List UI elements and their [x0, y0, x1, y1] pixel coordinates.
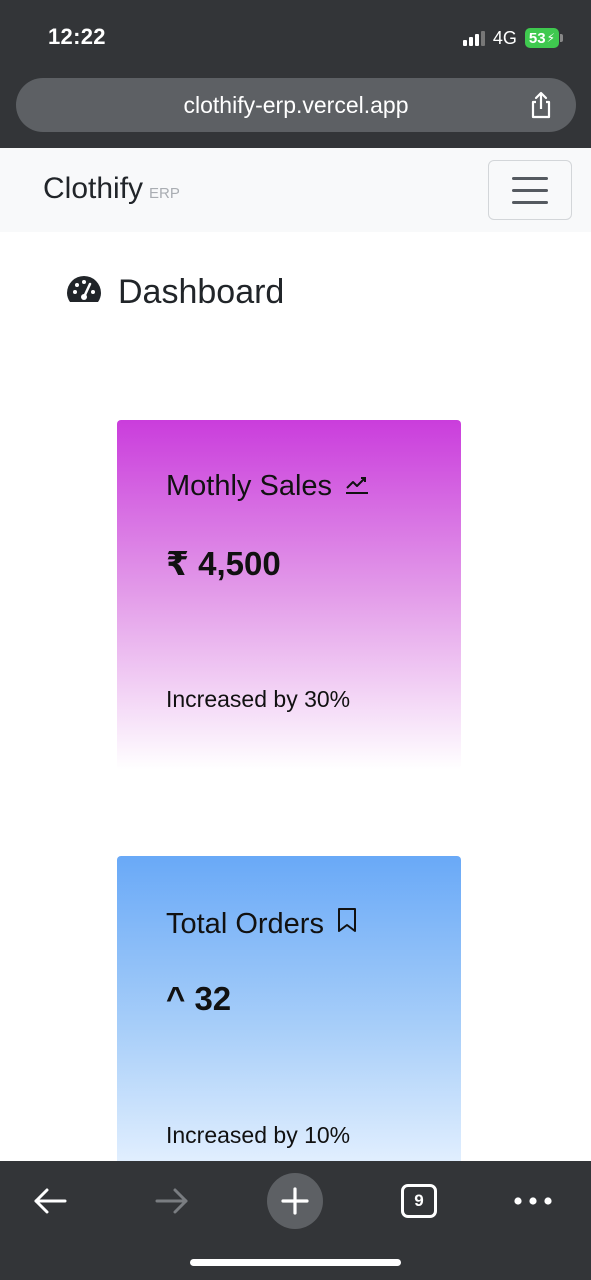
- status-indicators: 4G 53 ⚡: [462, 26, 563, 50]
- card-footer: Increased by 10%: [166, 1122, 351, 1148]
- browser-top-chrome: 12:22 4G 53 ⚡ clothify-erp.vercel.app: [0, 0, 591, 148]
- url-bar[interactable]: clothify-erp.vercel.app: [16, 78, 576, 132]
- more-dots-icon[interactable]: [505, 1173, 561, 1229]
- card-title-text: Mothly Sales: [166, 470, 333, 502]
- card-title-text: Total Orders: [166, 907, 324, 940]
- menu-icon-line: [512, 176, 548, 180]
- page-heading: Dashboard: [66, 272, 284, 312]
- total-orders-card: Total Orders ^ 32 Increased by 10%: [117, 856, 461, 1176]
- menu-icon-line: [512, 188, 548, 192]
- graph-up-icon: [344, 470, 370, 503]
- network-label: 4G: [492, 27, 517, 48]
- forward-arrow-icon[interactable]: [144, 1173, 200, 1229]
- monthly-sales-card: Mothly Sales ₹ 4,500 Increased by 30%: [117, 420, 461, 770]
- card-footer: Increased by 30%: [166, 686, 351, 712]
- speedometer-icon: [66, 275, 102, 310]
- back-arrow-icon[interactable]: [22, 1173, 78, 1229]
- menu-icon-line: [512, 200, 548, 204]
- card-value: ₹ 4,500: [166, 545, 281, 582]
- battery-level: 53: [528, 29, 546, 47]
- tabs-button[interactable]: 9: [392, 1173, 446, 1229]
- battery-icon: 53 ⚡: [524, 28, 563, 48]
- browser-bottom-toolbar: 9: [0, 1161, 591, 1280]
- bookmark-icon: [336, 906, 358, 942]
- brand-sub: ERP: [149, 185, 180, 202]
- card-title: Mothly Sales: [166, 470, 370, 503]
- tab-count[interactable]: 9: [401, 1184, 437, 1218]
- brand[interactable]: Clothify ERP: [43, 172, 180, 206]
- navbar-toggler-button[interactable]: [488, 160, 572, 220]
- url-text[interactable]: clothify-erp.vercel.app: [16, 92, 576, 119]
- card-value: ^ 32: [166, 980, 232, 1017]
- brand-name[interactable]: Clothify: [43, 172, 143, 205]
- status-time: 12:22: [48, 24, 106, 49]
- share-icon[interactable]: [526, 90, 556, 120]
- home-indicator[interactable]: [190, 1259, 401, 1266]
- app-navbar: Clothify ERP: [0, 148, 591, 232]
- page-title: Dashboard: [118, 272, 285, 311]
- new-tab-plus-icon[interactable]: [267, 1173, 323, 1229]
- card-title: Total Orders: [166, 906, 358, 942]
- signal-icon: [462, 30, 485, 46]
